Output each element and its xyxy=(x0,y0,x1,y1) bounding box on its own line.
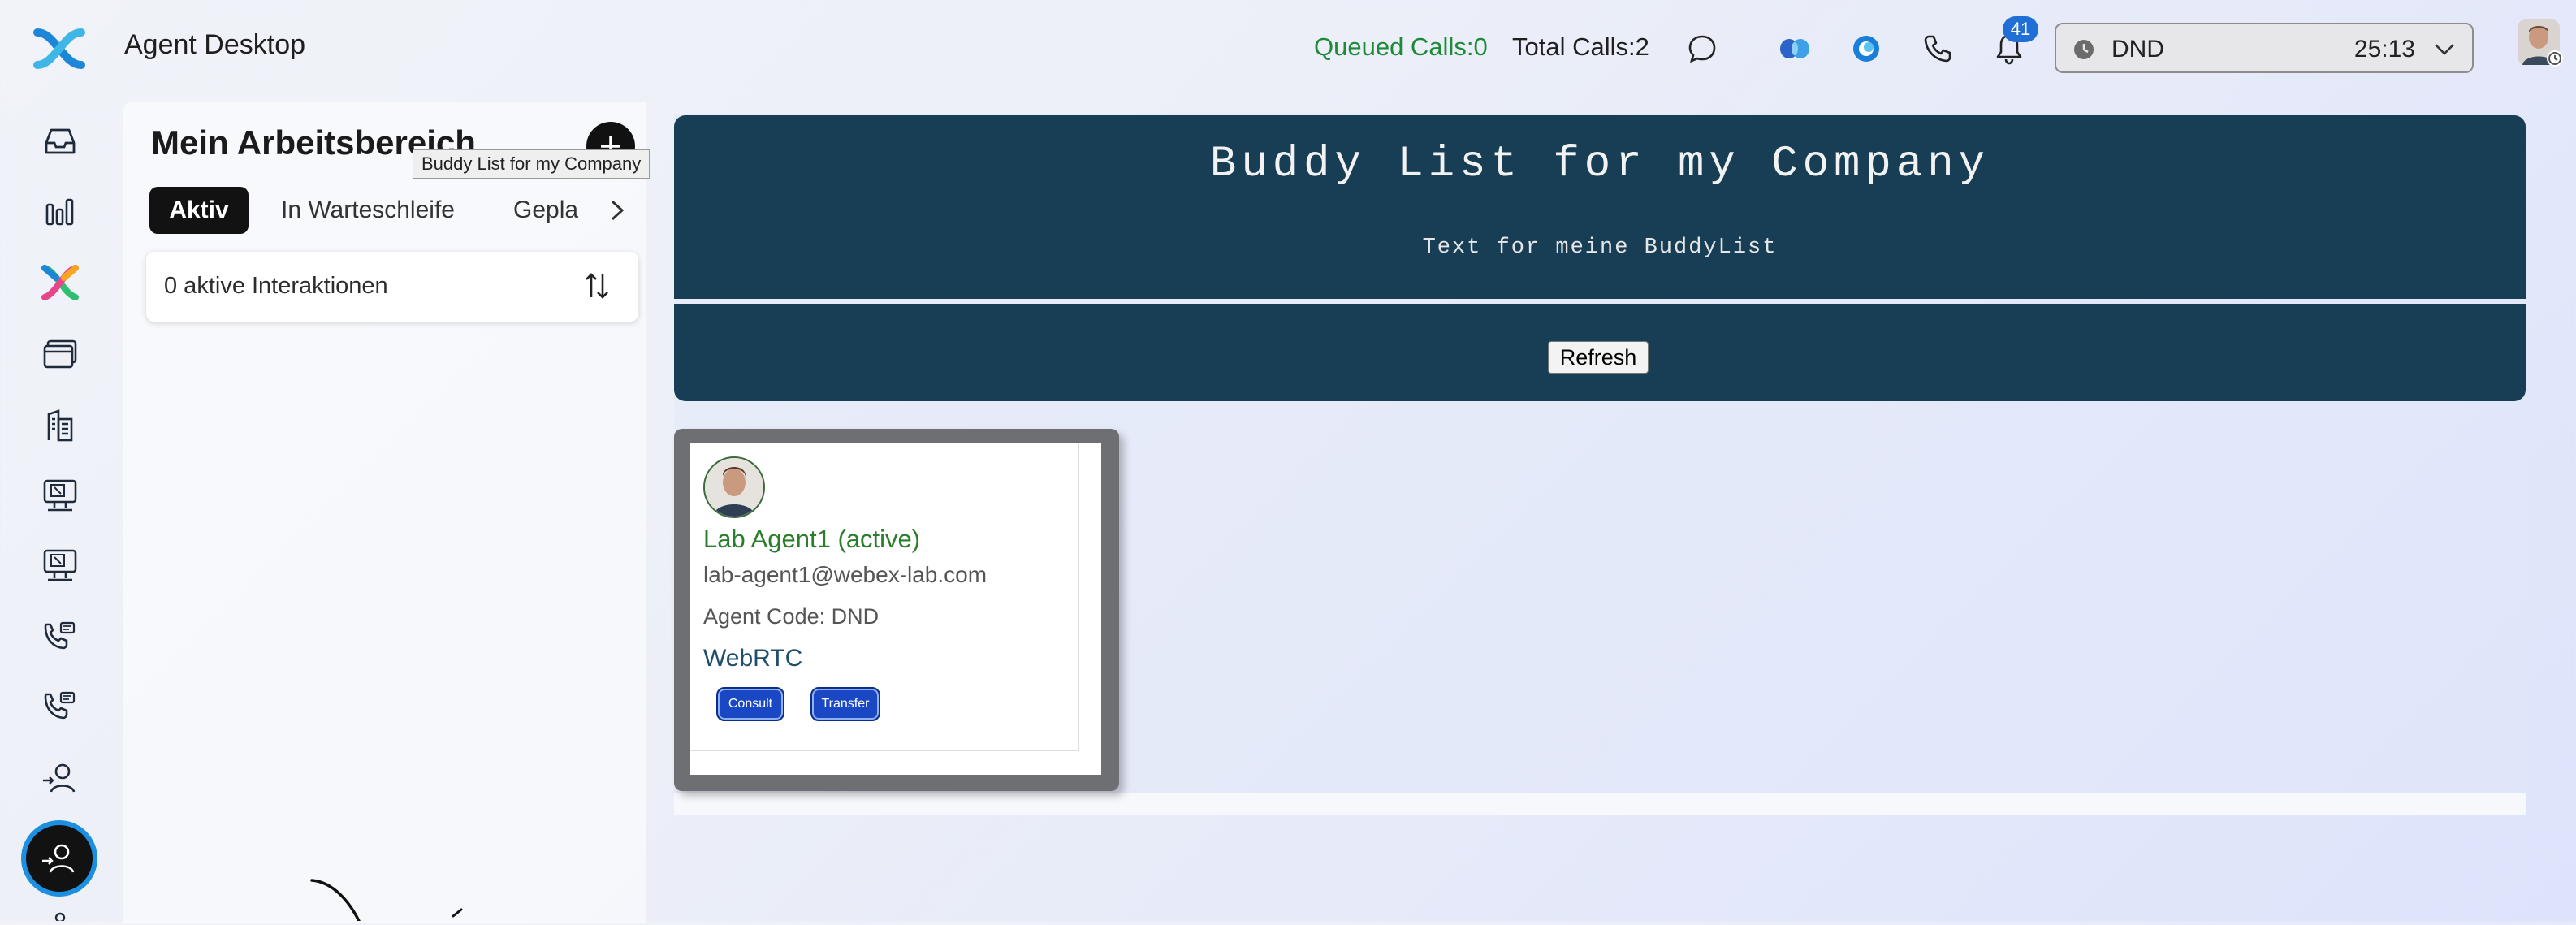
chat-icon[interactable] xyxy=(1678,24,1727,73)
agent-transfer-icon[interactable] xyxy=(36,754,84,802)
buddy-name: Lab Agent1 (active) xyxy=(703,525,921,553)
app-title: Agent Desktop xyxy=(124,29,306,60)
buddy-agent-code: Agent Code: DND xyxy=(703,604,880,629)
chevron-down-icon xyxy=(2433,39,2456,63)
agent-person-icon xyxy=(26,825,93,892)
inbox-icon[interactable] xyxy=(36,117,84,166)
sort-icon[interactable] xyxy=(583,271,611,305)
transfer-button[interactable]: Transfer xyxy=(810,687,880,721)
phone-icon[interactable] xyxy=(1913,24,1962,73)
agent-state-timer: 25:13 xyxy=(2353,36,2415,63)
agent-person-nav-button[interactable] xyxy=(21,820,97,897)
building-icon[interactable] xyxy=(36,401,84,450)
agent-state-label: DND xyxy=(2111,36,2164,63)
agent-state-dropdown[interactable]: DND 25:13 xyxy=(2055,23,2474,73)
tab-geplant[interactable]: Gepla xyxy=(513,197,578,224)
content-footer-strip xyxy=(674,793,2526,815)
refresh-button[interactable]: Refresh xyxy=(1548,341,1649,374)
tab-aktiv[interactable]: Aktiv xyxy=(149,187,249,234)
analytics-icon[interactable] xyxy=(36,187,84,236)
monitor-tool-icon[interactable] xyxy=(36,471,84,520)
queued-calls-counter: Queued Calls:0 xyxy=(1314,32,1488,61)
tooltip: Buddy List for my Company xyxy=(413,149,650,179)
user-avatar[interactable] xyxy=(2516,18,2565,68)
webex-logo-icon xyxy=(32,24,86,73)
browser-window-icon[interactable] xyxy=(36,330,84,378)
refresh-bar: Refresh xyxy=(674,304,2526,401)
buddy-list-subtitle: Text for meine BuddyList xyxy=(1422,236,1778,260)
buddy-list-banner: Buddy List for my Company Text for meine… xyxy=(674,115,2526,299)
interactions-card: 0 aktive Interaktionen xyxy=(146,252,638,322)
webex-app-icon[interactable] xyxy=(36,258,84,307)
buddy-email: lab-agent1@webex-lab.com xyxy=(703,562,988,587)
buddy-avatar xyxy=(703,456,765,518)
phone-video-icon[interactable] xyxy=(36,612,84,661)
buddy-device: WebRTC xyxy=(703,645,803,672)
webex-app-icon[interactable] xyxy=(1842,24,1891,73)
more-nav-icon[interactable] xyxy=(52,908,68,923)
clock-icon xyxy=(2072,38,2095,65)
moon-illustration-icon xyxy=(300,877,479,925)
tab-in-warteschleife[interactable]: In Warteschleife xyxy=(281,197,455,224)
total-calls-counter: Total Calls:2 xyxy=(1512,32,1649,61)
active-interactions-count: 0 aktive Interaktionen xyxy=(164,273,388,299)
notification-count-badge: 41 xyxy=(2003,16,2038,42)
buddy-card: Lab Agent1 (active) lab-agent1@webex-lab… xyxy=(690,443,1101,775)
chevron-right-icon[interactable] xyxy=(607,198,627,227)
consult-button[interactable]: Consult xyxy=(716,687,784,721)
monitor-tool-icon[interactable] xyxy=(36,541,84,590)
phone-video-icon[interactable] xyxy=(36,682,84,731)
webex-meetings-icon[interactable] xyxy=(1770,24,1819,73)
buddy-list-title: Buddy List for my Company xyxy=(1209,140,1990,189)
buddy-card-frame: Lab Agent1 (active) lab-agent1@webex-lab… xyxy=(674,429,1119,791)
buddy-card-body: Lab Agent1 (active) lab-agent1@webex-lab… xyxy=(690,443,1079,751)
